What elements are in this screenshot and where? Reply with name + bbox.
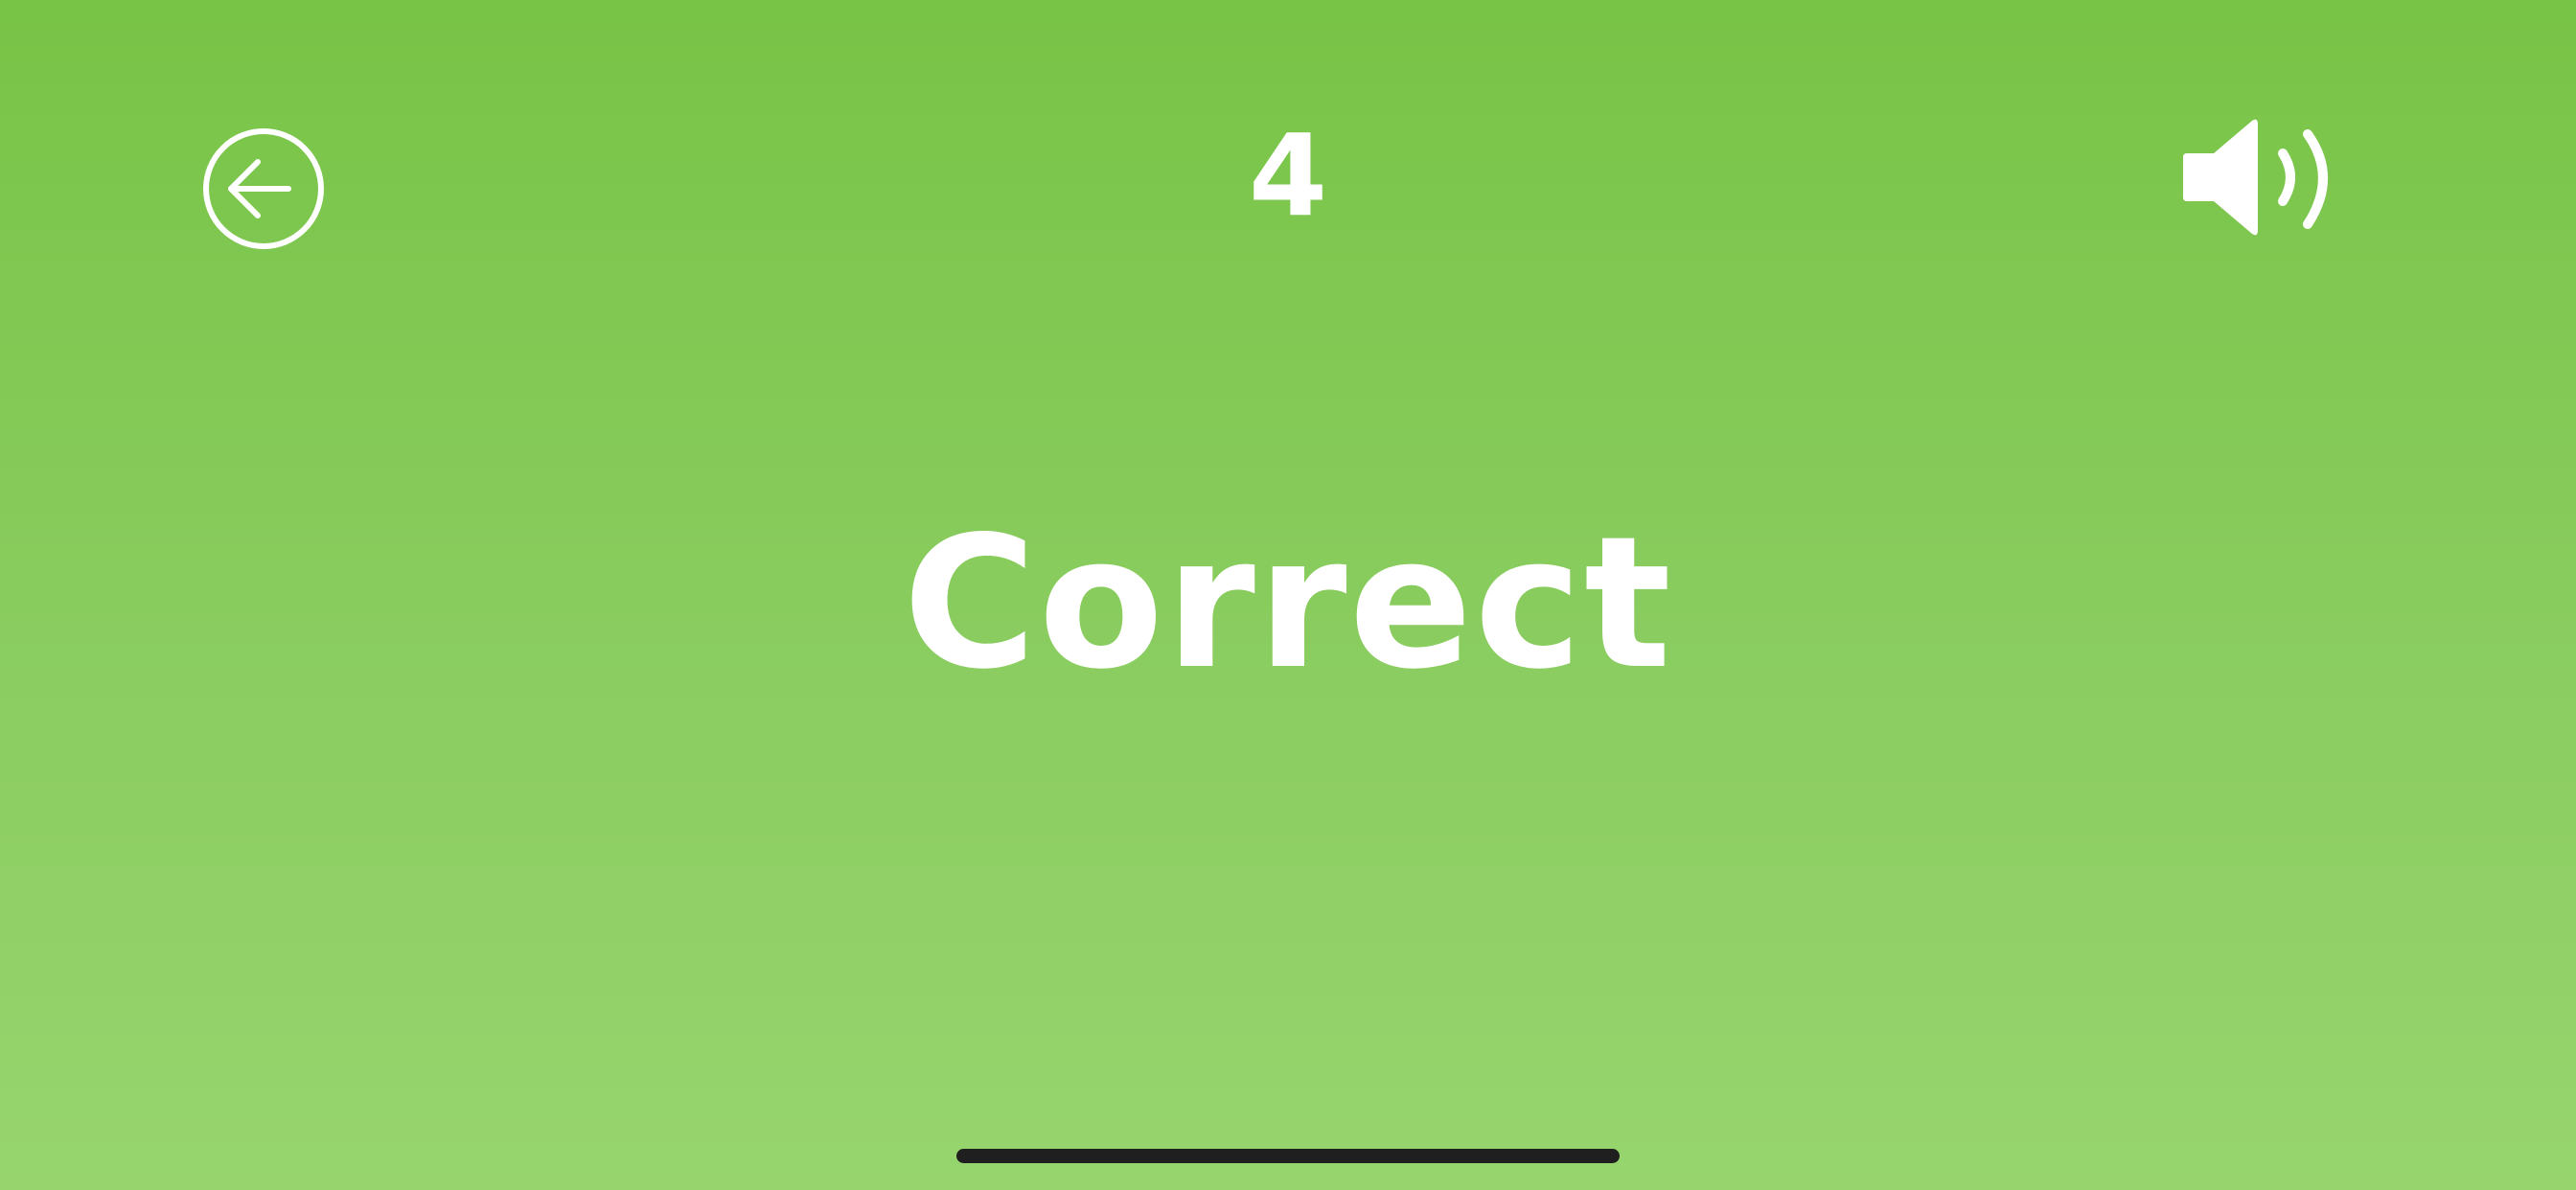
back-arrow-circle-icon (203, 128, 324, 249)
speaker-volume-icon (2183, 119, 2328, 236)
back-button[interactable] (196, 122, 331, 256)
game-screen: 4 Correct (0, 0, 2576, 1190)
home-indicator[interactable] (956, 1149, 1620, 1163)
score-counter: 4 (1248, 109, 1328, 241)
result-label: Correct (903, 497, 1673, 709)
sound-toggle-button[interactable] (2175, 105, 2348, 249)
